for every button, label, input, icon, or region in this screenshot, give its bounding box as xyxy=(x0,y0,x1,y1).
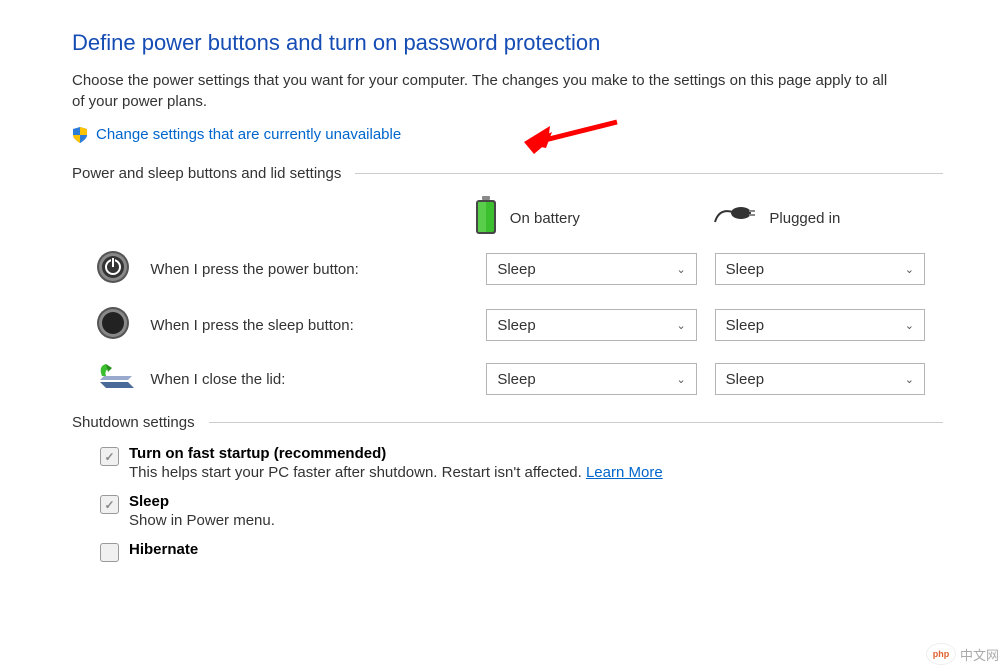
sleep-button-label: When I press the sleep button: xyxy=(150,317,486,334)
php-logo-icon: php xyxy=(926,643,956,665)
close-lid-label: When I close the lid: xyxy=(150,371,486,388)
hibernate-title: Hibernate xyxy=(129,541,198,558)
close-lid-row: When I close the lid: Sleep ⌄ Sleep ⌄ xyxy=(72,362,943,396)
col-plugged-in-label: Plugged in xyxy=(769,210,840,227)
section-shutdown-header: Shutdown settings xyxy=(72,414,943,431)
chevron-down-icon: ⌄ xyxy=(676,319,685,332)
hibernate-setting: Hibernate xyxy=(100,541,943,562)
sleep-title: Sleep xyxy=(129,493,275,510)
change-settings-link[interactable]: Change settings that are currently unava… xyxy=(96,126,401,143)
close-lid-battery-select[interactable]: Sleep ⌄ xyxy=(486,363,696,395)
close-lid-icon xyxy=(96,362,136,396)
section-shutdown-label: Shutdown settings xyxy=(72,414,209,431)
battery-icon xyxy=(474,196,498,240)
plug-icon xyxy=(713,204,757,232)
column-headers: On battery Plugged in xyxy=(72,196,943,240)
col-on-battery-label: On battery xyxy=(510,210,580,227)
fast-startup-checkbox[interactable] xyxy=(100,447,119,466)
power-button-battery-select[interactable]: Sleep ⌄ xyxy=(486,253,696,285)
watermark: php 中文网 xyxy=(926,643,999,665)
page-title: Define power buttons and turn on passwor… xyxy=(72,30,943,56)
power-button-row: When I press the power button: Sleep ⌄ S… xyxy=(72,250,943,288)
sleep-button-plugged-select[interactable]: Sleep ⌄ xyxy=(715,309,925,341)
hibernate-checkbox[interactable] xyxy=(100,543,119,562)
sleep-setting: Sleep Show in Power menu. xyxy=(100,493,943,529)
section-power-sleep-header: Power and sleep buttons and lid settings xyxy=(72,165,943,182)
sleep-button-icon xyxy=(96,306,130,344)
power-button-icon xyxy=(96,250,130,288)
close-lid-plugged-select[interactable]: Sleep ⌄ xyxy=(715,363,925,395)
sleep-button-battery-select[interactable]: Sleep ⌄ xyxy=(486,309,696,341)
sleep-button-row: When I press the sleep button: Sleep ⌄ S… xyxy=(72,306,943,344)
col-plugged-in: Plugged in xyxy=(713,196,943,240)
shield-icon xyxy=(72,127,88,143)
change-settings-row: Change settings that are currently unava… xyxy=(72,126,943,143)
annotation-arrow-icon xyxy=(522,114,622,154)
power-button-label: When I press the power button: xyxy=(150,261,486,278)
sleep-sub: Show in Power menu. xyxy=(129,512,275,529)
fast-startup-sub: This helps start your PC faster after sh… xyxy=(129,464,663,481)
chevron-down-icon: ⌄ xyxy=(676,263,685,276)
fast-startup-setting: Turn on fast startup (recommended) This … xyxy=(100,445,943,481)
learn-more-link[interactable]: Learn More xyxy=(586,464,663,481)
chevron-down-icon: ⌄ xyxy=(905,373,914,386)
fast-startup-title: Turn on fast startup (recommended) xyxy=(129,445,663,462)
chevron-down-icon: ⌄ xyxy=(905,263,914,276)
chevron-down-icon: ⌄ xyxy=(905,319,914,332)
page-description: Choose the power settings that you want … xyxy=(72,70,902,112)
sleep-checkbox[interactable] xyxy=(100,495,119,514)
col-on-battery: On battery xyxy=(474,196,704,240)
chevron-down-icon: ⌄ xyxy=(676,373,685,386)
power-button-plugged-select[interactable]: Sleep ⌄ xyxy=(715,253,925,285)
section-power-sleep-label: Power and sleep buttons and lid settings xyxy=(72,165,355,182)
